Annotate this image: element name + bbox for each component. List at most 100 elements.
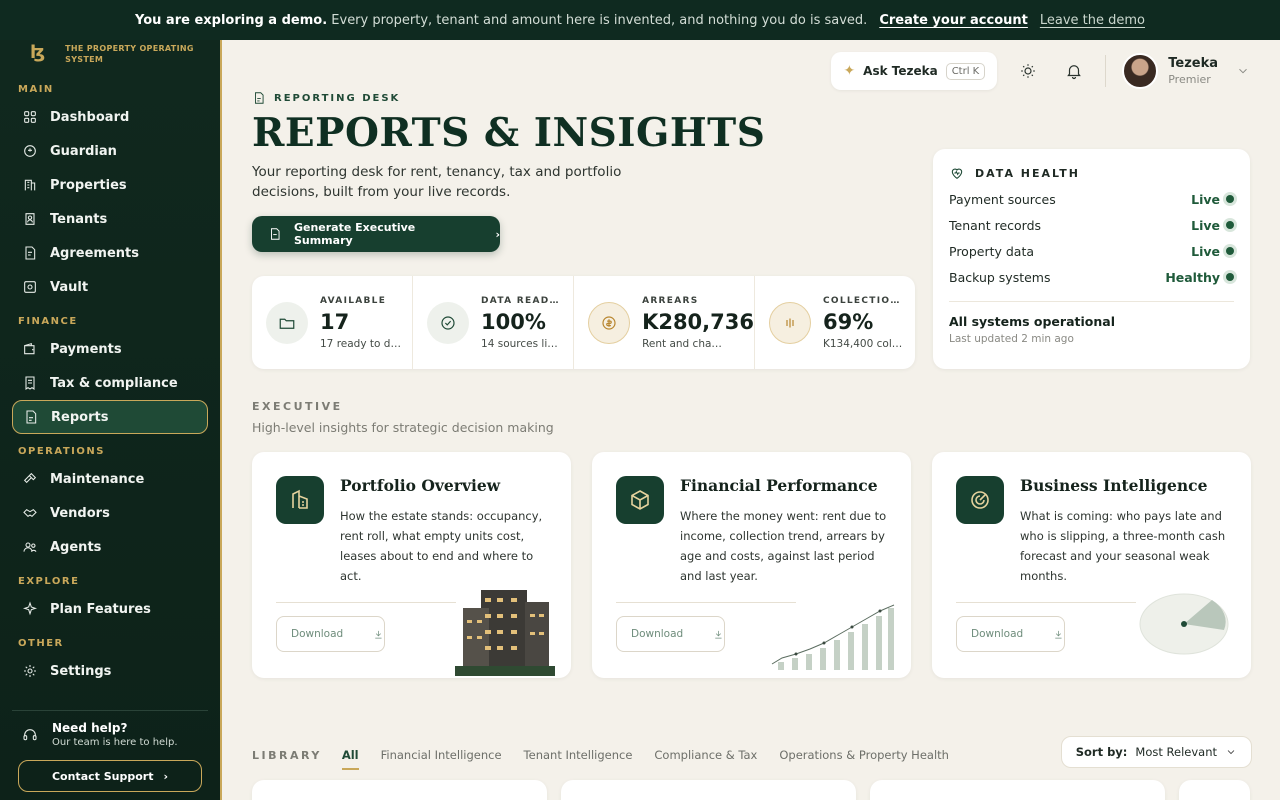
- report-card-financial[interactable]: Financial Performance Where the money we…: [592, 452, 911, 678]
- tab-operations-property-health[interactable]: Operations & Property Health: [779, 748, 949, 762]
- sidebar-item-tax-compliance[interactable]: Tax & compliance: [12, 366, 208, 400]
- building-illustration: [455, 590, 555, 676]
- theme-toggle-button[interactable]: [1013, 56, 1043, 86]
- report-icon: [255, 92, 264, 104]
- tenants-icon: [25, 213, 35, 225]
- stat-data-readiness[interactable]: DATA READINESS 100% 14 sources linked: [413, 276, 575, 369]
- generate-summary-button[interactable]: Generate Executive Summary ›: [252, 216, 500, 252]
- agents-icon: [23, 542, 37, 553]
- download-icon: [1055, 630, 1062, 638]
- report-card-portfolio[interactable]: Portfolio Overview How the estate stands…: [252, 452, 571, 678]
- stat-label: COLLECTION RATE: [822, 295, 905, 306]
- page-title: REPORTS & INSIGHTS: [252, 110, 766, 156]
- tab-compliance-tax[interactable]: Compliance & Tax: [654, 748, 757, 762]
- ask-tezeka-button[interactable]: ✦ Ask Tezeka Ctrl K: [831, 52, 998, 90]
- card-description: Where the money went: rent due to income…: [680, 509, 887, 583]
- status-dot: [1226, 273, 1234, 281]
- main-content: ✦ Ask Tezeka Ctrl K Tezeka Premier REPOR…: [224, 40, 1280, 800]
- card-description: How the estate stands: occupancy, rent r…: [340, 509, 543, 583]
- library-bar: LIBRARY All Financial Intelligence Tenan…: [252, 736, 1252, 770]
- sidebar-item-settings[interactable]: Settings: [12, 654, 208, 688]
- stat-value: 100%: [481, 309, 546, 334]
- health-row: Payment sources Live: [949, 191, 1234, 207]
- sidebar: ɮ THE PROPERTY OPERATING SYSTEM MAIN Dash…: [0, 40, 222, 800]
- agreement-icon: [25, 246, 36, 260]
- sidebar-item-properties[interactable]: Properties: [12, 168, 208, 202]
- sidebar-item-agents[interactable]: Agents: [12, 530, 208, 564]
- help-panel: Need help? Our team is here to help. Con…: [12, 710, 208, 792]
- report-card-intelligence[interactable]: Business Intelligence What is coming: wh…: [932, 452, 1251, 678]
- stat-arrears[interactable]: ARREARS K280,736 Rent and charges: [574, 276, 755, 369]
- tab-tenant-intelligence[interactable]: Tenant Intelligence: [524, 748, 633, 762]
- report-icon: [26, 410, 37, 424]
- sidebar-item-label: Reports: [51, 409, 109, 425]
- status-dot: [1226, 195, 1234, 203]
- user-menu[interactable]: Tezeka Premier: [1122, 53, 1250, 89]
- download-button[interactable]: Download: [956, 616, 1065, 652]
- sidebar-section-label: OTHER: [18, 638, 64, 649]
- notifications-button[interactable]: [1059, 56, 1089, 86]
- stat-collection-rate[interactable]: COLLECTION RATE 69% K134,400 collected: [755, 276, 915, 369]
- sort-label: Sort by:: [1075, 745, 1128, 759]
- sidebar-item-reports[interactable]: Reports: [12, 400, 208, 434]
- sidebar-item-dashboard[interactable]: Dashboard: [12, 100, 208, 134]
- stat-available[interactable]: AVAILABLE 17 17 ready to download: [252, 276, 414, 369]
- library-card[interactable]: [1179, 780, 1250, 800]
- document-icon: [271, 228, 280, 240]
- health-row: Backup systems Healthy: [949, 269, 1234, 285]
- sort-value: Most Relevant: [1135, 745, 1217, 759]
- sidebar-item-label: Plan Features: [50, 601, 151, 617]
- download-button[interactable]: Download: [276, 616, 385, 652]
- data-health-panel: DATA HEALTH Payment sources Live Tenant r…: [933, 149, 1250, 369]
- library-card[interactable]: [870, 780, 1165, 800]
- sidebar-item-guardian[interactable]: Guardian: [12, 134, 208, 168]
- sidebar-item-label: Tenants: [50, 211, 108, 227]
- section-label: EXECUTIVE: [252, 400, 343, 413]
- card-title: Business Intelligence: [1020, 476, 1208, 495]
- contact-support-button[interactable]: Contact Support ›: [18, 760, 202, 792]
- logo[interactable]: ɮ THE PROPERTY OPERATING SYSTEM: [0, 40, 220, 80]
- sidebar-item-maintenance[interactable]: Maintenance: [12, 462, 208, 496]
- banner-text: Every property, tenant and amount here i…: [331, 12, 868, 28]
- tab-financial-intelligence[interactable]: Financial Intelligence: [381, 748, 502, 762]
- chevron-right-icon: ›: [163, 769, 169, 783]
- sidebar-item-payments[interactable]: Payments: [12, 332, 208, 366]
- user-name: Tezeka: [1168, 56, 1218, 71]
- library-label: LIBRARY: [252, 748, 322, 762]
- sidebar-item-agreements[interactable]: Agreements: [12, 236, 208, 270]
- sidebar-item-label: Dashboard: [50, 109, 130, 125]
- health-row: Property data Live: [949, 243, 1234, 259]
- page-subtitle: Your reporting desk for rent, tenancy, t…: [252, 164, 622, 200]
- tab-all[interactable]: All: [341, 748, 359, 770]
- sidebar-item-label: Properties: [50, 177, 127, 193]
- download-button[interactable]: Download: [616, 616, 725, 652]
- create-account-link[interactable]: Create your account: [879, 13, 1028, 28]
- sidebar-item-label: Vendors: [50, 505, 110, 521]
- sidebar-item-tenants[interactable]: Tenants: [12, 202, 208, 236]
- sort-dropdown[interactable]: Sort by: Most Relevant: [1060, 736, 1252, 768]
- dial-illustration: [1139, 593, 1229, 655]
- chevron-down-icon: [1239, 68, 1247, 74]
- logo-text: THE PROPERTY OPERATING SYSTEM: [65, 44, 194, 64]
- download-icon: [715, 630, 722, 638]
- sidebar-item-vendors[interactable]: Vendors: [12, 496, 208, 530]
- contact-support-label: Contact Support: [51, 769, 154, 783]
- chevron-down-icon: [1227, 750, 1235, 755]
- sidebar-item-plan-features[interactable]: Plan Features: [12, 592, 208, 626]
- shortcut-badge: Ctrl K: [945, 62, 986, 80]
- avatar: [1122, 53, 1159, 89]
- help-subtitle: Our team is here to help.: [52, 737, 178, 748]
- download-label: Download: [631, 628, 684, 640]
- sidebar-section-label: EXPLORE: [18, 576, 80, 587]
- download-label: Download: [971, 628, 1024, 640]
- generate-summary-label: Generate Executive Summary: [293, 221, 416, 247]
- sidebar-nav: MAIN Dashboard Guardian Properties Tenants Ag…: [0, 80, 220, 696]
- leave-demo-link[interactable]: Leave the demo: [1040, 13, 1145, 28]
- library-card[interactable]: [561, 780, 856, 800]
- logo-mark-icon: ɮ: [30, 42, 46, 63]
- sidebar-item-vault[interactable]: Vault: [12, 270, 208, 304]
- sidebar-item-label: Payments: [50, 341, 122, 357]
- library-card[interactable]: [252, 780, 547, 800]
- download-label: Download: [291, 628, 344, 640]
- card-title: Portfolio Overview: [340, 476, 501, 495]
